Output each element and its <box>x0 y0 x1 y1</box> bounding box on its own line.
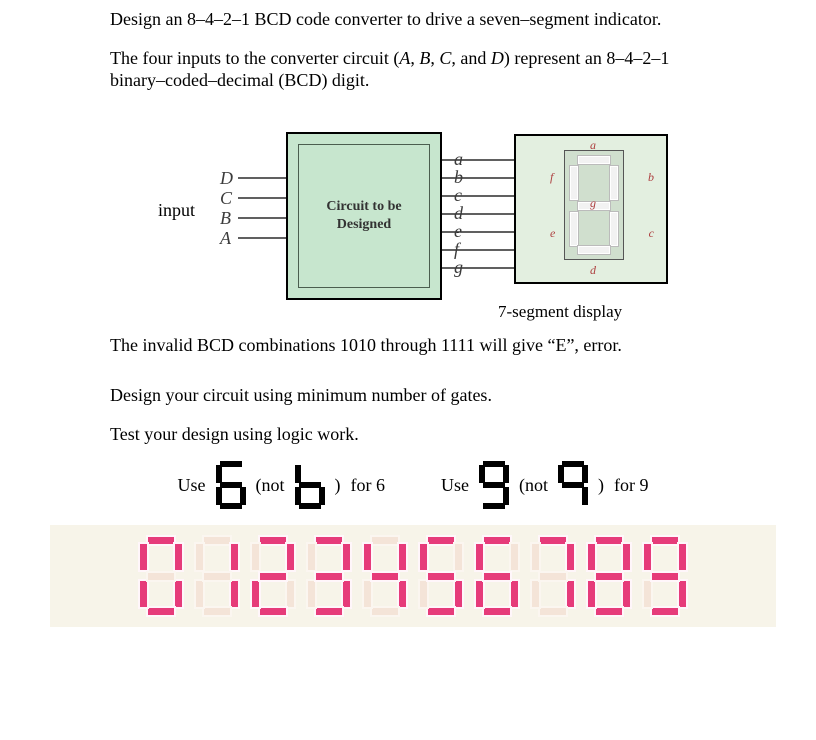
out-d: d <box>454 204 463 222</box>
digit-9 <box>640 533 690 619</box>
seg-label-b: b <box>648 170 654 185</box>
out-a: a <box>454 150 463 168</box>
var-D: D <box>491 48 504 68</box>
input-C: C <box>220 188 233 208</box>
digit-5 <box>416 533 466 619</box>
digit-0 <box>136 533 186 619</box>
circuit-box-label: Circuit to beDesigned <box>288 197 440 233</box>
use-glyph-line: Use (not ) for 6 Use (not ) for 9 <box>110 461 716 509</box>
digit-3 <box>304 533 354 619</box>
digit-6 <box>472 533 522 619</box>
var-C: C <box>439 48 451 68</box>
block-diagram: input D C B A Circuit to beDesigned a b … <box>158 108 668 320</box>
digit-4 <box>360 533 410 619</box>
glyph-nine-bad <box>558 461 588 509</box>
use-nine: Use (not ) for 9 <box>441 461 649 509</box>
for-nine: for 9 <box>614 475 649 496</box>
digit-7 <box>528 533 578 619</box>
circuit-box: Circuit to beDesigned <box>286 132 442 300</box>
paragraph-inputs: The four inputs to the converter circuit… <box>110 47 716 92</box>
glyph-nine-good <box>479 461 509 509</box>
output-wires <box>442 150 514 280</box>
paragraph-invalid: The invalid BCD combinations 1010 throug… <box>110 334 716 357</box>
for-six: for 6 <box>351 475 386 496</box>
digit-8 <box>584 533 634 619</box>
out-f: f <box>454 240 463 258</box>
input-letters: D C B A <box>220 168 233 248</box>
seven-seg-row <box>50 525 776 627</box>
digit-2 <box>248 533 298 619</box>
var-B: B <box>419 48 430 68</box>
not-close-2: ) <box>598 475 604 496</box>
seg-label-d: d <box>590 263 596 278</box>
display-caption: 7-segment display <box>498 302 622 322</box>
input-D: D <box>220 168 233 188</box>
not-open-1: (not <box>256 475 285 496</box>
paragraph-test: Test your design using logic work. <box>110 423 716 446</box>
para2a: The four inputs to the converter circuit… <box>110 48 399 68</box>
glyph-six-good <box>216 461 246 509</box>
not-open-2: (not <box>519 475 548 496</box>
digit-1 <box>192 533 242 619</box>
inputs-label: input <box>158 200 195 221</box>
seven-seg-panel: a b c d e f g <box>514 134 668 284</box>
not-close-1: ) <box>335 475 341 496</box>
paragraph-min-gates: Design your circuit using minimum number… <box>110 384 716 407</box>
out-c: c <box>454 186 463 204</box>
use-word-2: Use <box>441 475 469 496</box>
use-word-1: Use <box>178 475 206 496</box>
out-g: g <box>454 258 463 276</box>
output-letters: a b c d e f g <box>454 150 463 276</box>
input-B: B <box>220 208 233 228</box>
input-wires <box>238 168 288 248</box>
seg-label-f: f <box>550 170 553 185</box>
seg-label-c: c <box>649 226 654 241</box>
seg-label-g: g <box>590 196 596 211</box>
out-e: e <box>454 222 463 240</box>
paragraph-title: Design an 8–4–2–1 BCD code converter to … <box>110 8 716 31</box>
var-A: A <box>399 48 410 68</box>
use-six: Use (not ) for 6 <box>178 461 386 509</box>
seg-label-e: e <box>550 226 555 241</box>
seg-label-a: a <box>590 138 596 153</box>
out-b: b <box>454 168 463 186</box>
input-A: A <box>220 228 233 248</box>
glyph-six-bad <box>295 461 325 509</box>
